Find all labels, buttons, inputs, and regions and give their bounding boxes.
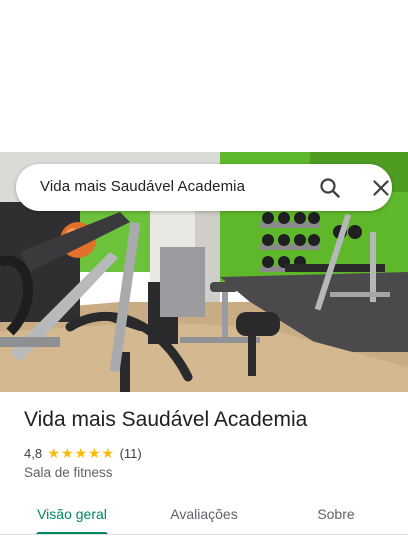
place-title: Vida mais Saudável Academia <box>24 408 308 431</box>
search-bar[interactable]: Vida mais Saudável Academia <box>16 164 392 211</box>
rating-value: 4,8 <box>24 445 43 461</box>
rating-row[interactable]: 4,8 ★ ★ ★ ★ ★ (11) <box>24 444 142 462</box>
search-icon[interactable] <box>318 176 342 200</box>
review-count[interactable]: (11) <box>120 446 142 461</box>
star-rating: ★ ★ ★ ★ ★ <box>47 446 115 460</box>
star-icon: ★ <box>74 445 88 461</box>
place-tabs: Visão geral Avaliações Sobre <box>0 496 408 544</box>
blank-header-area <box>0 0 408 152</box>
close-icon[interactable] <box>369 176 393 200</box>
place-category: Sala de fitness <box>24 465 113 480</box>
star-icon: ★ <box>101 445 115 461</box>
star-icon: ★ <box>88 445 101 461</box>
star-icon: ★ <box>61 445 74 461</box>
star-icon: ★ <box>47 445 61 461</box>
search-input[interactable]: Vida mais Saudável Academia <box>40 178 245 195</box>
tabs-divider <box>0 534 408 535</box>
